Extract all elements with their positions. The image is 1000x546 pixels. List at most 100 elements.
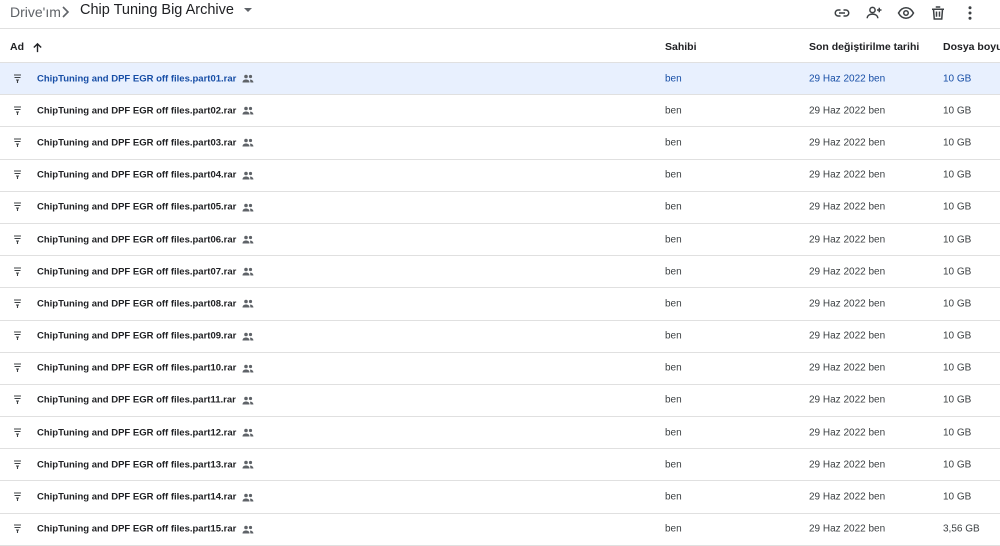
file-row[interactable]: ChipTuning and DPF EGR off files.part12.…: [0, 417, 1000, 450]
sort-by-name-header[interactable]: Ad: [10, 41, 43, 53]
archive-file-icon: [14, 74, 21, 83]
file-name: ChipTuning and DPF EGR off files.part02.…: [37, 105, 237, 117]
shared-people-icon: [242, 74, 254, 83]
file-row[interactable]: ChipTuning and DPF EGR off files.part10.…: [0, 353, 1000, 385]
file-row[interactable]: ChipTuning and DPF EGR off files.part11.…: [0, 385, 1000, 418]
file-name: ChipTuning and DPF EGR off files.part06.…: [37, 234, 237, 246]
shared-people-icon: [242, 364, 254, 373]
file-name: ChipTuning and DPF EGR off files.part13.…: [37, 459, 237, 471]
shared-people-icon: [242, 203, 254, 212]
file-owner: ben: [665, 137, 682, 149]
file-row[interactable]: ChipTuning and DPF EGR off files.part15.…: [0, 514, 1000, 546]
file-list-header: Ad Sahibi Son değiştirilme tarihi Dosya …: [0, 29, 1000, 63]
breadcrumb-current-folder[interactable]: Chip Tuning Big Archive: [80, 2, 256, 18]
archive-file-icon: [14, 234, 21, 244]
file-size: 10 GB: [943, 491, 972, 503]
shared-people-icon: [242, 396, 254, 405]
archive-file-icon: [14, 106, 21, 115]
file-name: ChipTuning and DPF EGR off files.part11.…: [37, 394, 236, 406]
file-modified: 29 Haz 2022 ben: [809, 201, 886, 213]
shared-people-icon: [242, 139, 254, 147]
file-name: ChipTuning and DPF EGR off files.part09.…: [37, 330, 237, 342]
shared-people-icon: [242, 461, 254, 469]
file-size: 10 GB: [943, 394, 972, 406]
file-name-cell: ChipTuning and DPF EGR off files.part03.…: [37, 137, 254, 148]
file-name-cell: ChipTuning and DPF EGR off files.part14.…: [37, 492, 254, 503]
file-size: 10 GB: [943, 266, 972, 278]
file-name: ChipTuning and DPF EGR off files.part01.…: [37, 73, 237, 85]
file-owner: ben: [665, 362, 682, 374]
shared-people-icon: [242, 525, 254, 534]
file-size: 10 GB: [943, 427, 972, 439]
archive-file-icon: [14, 524, 21, 534]
file-modified: 29 Haz 2022 ben: [809, 137, 886, 149]
file-owner: ben: [665, 298, 682, 310]
file-owner: ben: [665, 491, 682, 503]
file-name-cell: ChipTuning and DPF EGR off files.part05.…: [37, 202, 254, 213]
file-modified: 29 Haz 2022 ben: [809, 330, 886, 342]
file-name: ChipTuning and DPF EGR off files.part04.…: [37, 169, 237, 181]
file-modified: 29 Haz 2022 ben: [809, 491, 886, 503]
file-name-cell: ChipTuning and DPF EGR off files.part12.…: [37, 427, 254, 438]
file-name-cell: ChipTuning and DPF EGR off files.part02.…: [37, 105, 254, 116]
file-size: 10 GB: [943, 362, 972, 374]
more-actions-button[interactable]: [954, 2, 986, 24]
file-modified: 29 Haz 2022 ben: [809, 523, 886, 535]
share-button[interactable]: [858, 2, 890, 24]
file-row[interactable]: ChipTuning and DPF EGR off files.part06.…: [0, 224, 1000, 257]
file-owner: ben: [665, 266, 682, 278]
file-row[interactable]: ChipTuning and DPF EGR off files.part01.…: [0, 63, 1000, 96]
file-name-cell: ChipTuning and DPF EGR off files.part13.…: [37, 459, 254, 470]
file-name-cell: ChipTuning and DPF EGR off files.part07.…: [37, 266, 254, 277]
shared-people-icon: [242, 332, 254, 341]
arrow-up-icon: [33, 42, 42, 52]
file-row[interactable]: ChipTuning and DPF EGR off files.part08.…: [0, 288, 1000, 321]
file-name: ChipTuning and DPF EGR off files.part07.…: [37, 266, 237, 278]
archive-file-icon: [14, 299, 21, 308]
shared-people-icon: [242, 493, 254, 502]
file-owner: ben: [665, 169, 682, 181]
file-owner: ben: [665, 394, 682, 406]
preview-button[interactable]: [890, 2, 922, 24]
file-size: 10 GB: [943, 330, 972, 342]
column-owner-header[interactable]: Sahibi: [665, 41, 697, 53]
file-modified: 29 Haz 2022 ben: [809, 427, 886, 439]
file-row[interactable]: ChipTuning and DPF EGR off files.part07.…: [0, 256, 1000, 289]
top-bar: Drive'ım Chip Tuning Big Archive: [0, 0, 1000, 29]
get-link-button[interactable]: [826, 2, 858, 24]
file-modified: 29 Haz 2022 ben: [809, 298, 886, 310]
file-size: 10 GB: [943, 234, 972, 246]
shared-people-icon: [242, 235, 254, 244]
file-row[interactable]: ChipTuning and DPF EGR off files.part03.…: [0, 127, 1000, 160]
file-row[interactable]: ChipTuning and DPF EGR off files.part02.…: [0, 95, 1000, 128]
file-name-cell: ChipTuning and DPF EGR off files.part09.…: [37, 331, 254, 342]
file-row[interactable]: ChipTuning and DPF EGR off files.part13.…: [0, 449, 1000, 482]
file-row[interactable]: ChipTuning and DPF EGR off files.part09.…: [0, 321, 1000, 353]
breadcrumb-root[interactable]: Drive'ım: [10, 4, 61, 20]
file-row[interactable]: ChipTuning and DPF EGR off files.part14.…: [0, 481, 1000, 514]
file-name: ChipTuning and DPF EGR off files.part08.…: [37, 298, 237, 310]
file-modified: 29 Haz 2022 ben: [809, 234, 886, 246]
file-size: 10 GB: [943, 298, 972, 310]
delete-button[interactable]: [922, 2, 954, 24]
file-modified: 29 Haz 2022 ben: [809, 362, 886, 374]
more-vert-icon: [968, 6, 972, 20]
archive-file-icon: [14, 202, 21, 212]
archive-file-icon: [14, 460, 21, 469]
file-size: 10 GB: [943, 459, 972, 471]
column-size-header[interactable]: Dosya boyutu: [943, 41, 1000, 53]
file-row[interactable]: ChipTuning and DPF EGR off files.part04.…: [0, 160, 1000, 192]
trash-icon: [932, 6, 944, 20]
file-size: 10 GB: [943, 201, 972, 213]
file-name-cell: ChipTuning and DPF EGR off files.part01.…: [37, 73, 254, 84]
file-size: 10 GB: [943, 73, 972, 85]
column-modified-header[interactable]: Son değiştirilme tarihi: [809, 41, 919, 53]
file-name-cell: ChipTuning and DPF EGR off files.part11.…: [37, 395, 254, 406]
file-owner: ben: [665, 459, 682, 471]
file-row[interactable]: ChipTuning and DPF EGR off files.part05.…: [0, 192, 1000, 224]
file-modified: 29 Haz 2022 ben: [809, 394, 886, 406]
file-size: 10 GB: [943, 169, 972, 181]
file-name-cell: ChipTuning and DPF EGR off files.part10.…: [37, 363, 254, 374]
file-owner: ben: [665, 105, 682, 117]
file-name-cell: ChipTuning and DPF EGR off files.part08.…: [37, 298, 254, 309]
